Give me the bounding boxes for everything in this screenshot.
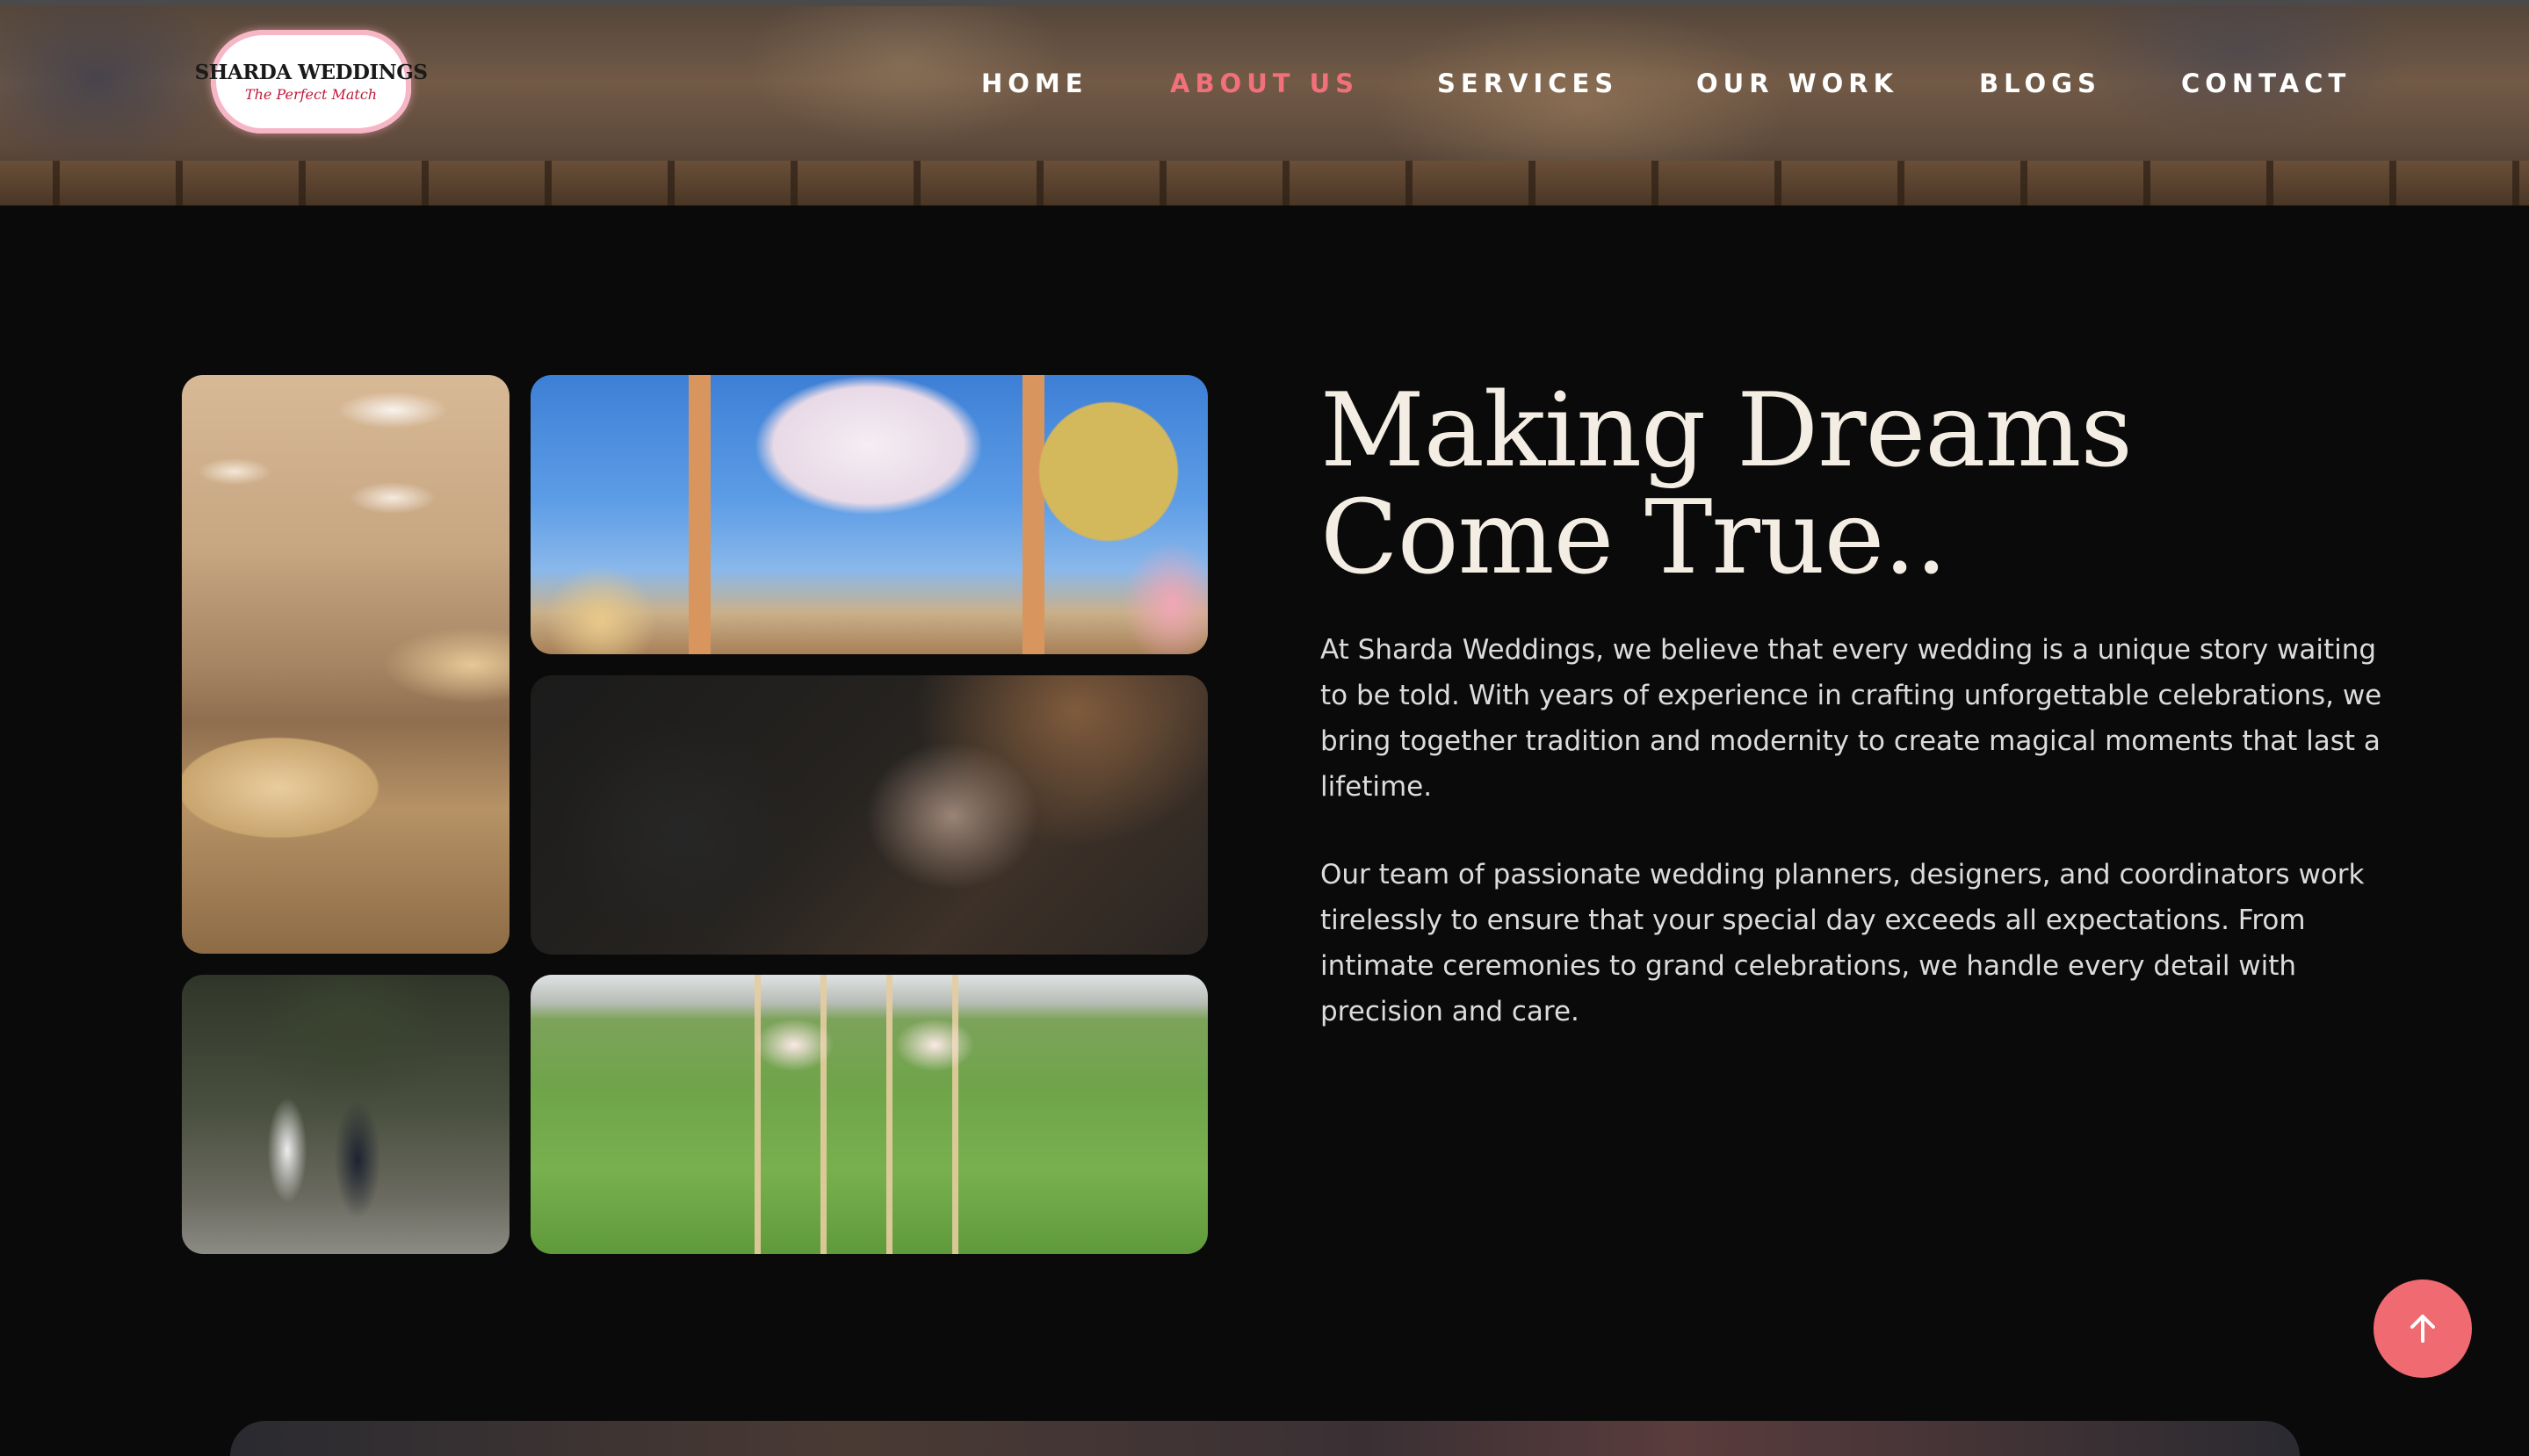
garden-chairs-photo <box>531 975 1208 1254</box>
about-title: Making Dreams Come True.. <box>1320 378 2374 592</box>
arrow-up-icon <box>2410 1315 2435 1343</box>
about-title-line-2: Come True.. <box>1320 479 1947 597</box>
about-title-line-1: Making Dreams <box>1320 371 2133 490</box>
nav-about-us[interactable]: ABOUT US <box>1170 68 1359 98</box>
about-paragraph-1: At Sharda Weddings, we believe that ever… <box>1320 634 2382 803</box>
bouquet-photo <box>531 675 1208 955</box>
ballroom-photo <box>182 375 509 954</box>
about-paragraph-2: Our team of passionate wedding planners,… <box>1320 859 2365 1027</box>
main-nav: HOME ABOUT US SERVICES OUR WORK BLOGS CO… <box>0 68 2529 104</box>
couple-photo <box>182 975 509 1254</box>
hero-chairs-backdrop <box>0 161 2529 205</box>
nav-contact[interactable]: CONTACT <box>2181 68 2351 98</box>
nav-services[interactable]: SERVICES <box>1437 68 1618 98</box>
scroll-top-button[interactable] <box>2374 1279 2472 1378</box>
nav-our-work[interactable]: OUR WORK <box>1696 68 1898 98</box>
nav-blogs[interactable]: BLOGS <box>1979 68 2101 98</box>
nav-home[interactable]: HOME <box>981 68 1088 98</box>
next-section-peek <box>230 1421 2300 1456</box>
mandap-ceremony-photo <box>531 375 1208 654</box>
